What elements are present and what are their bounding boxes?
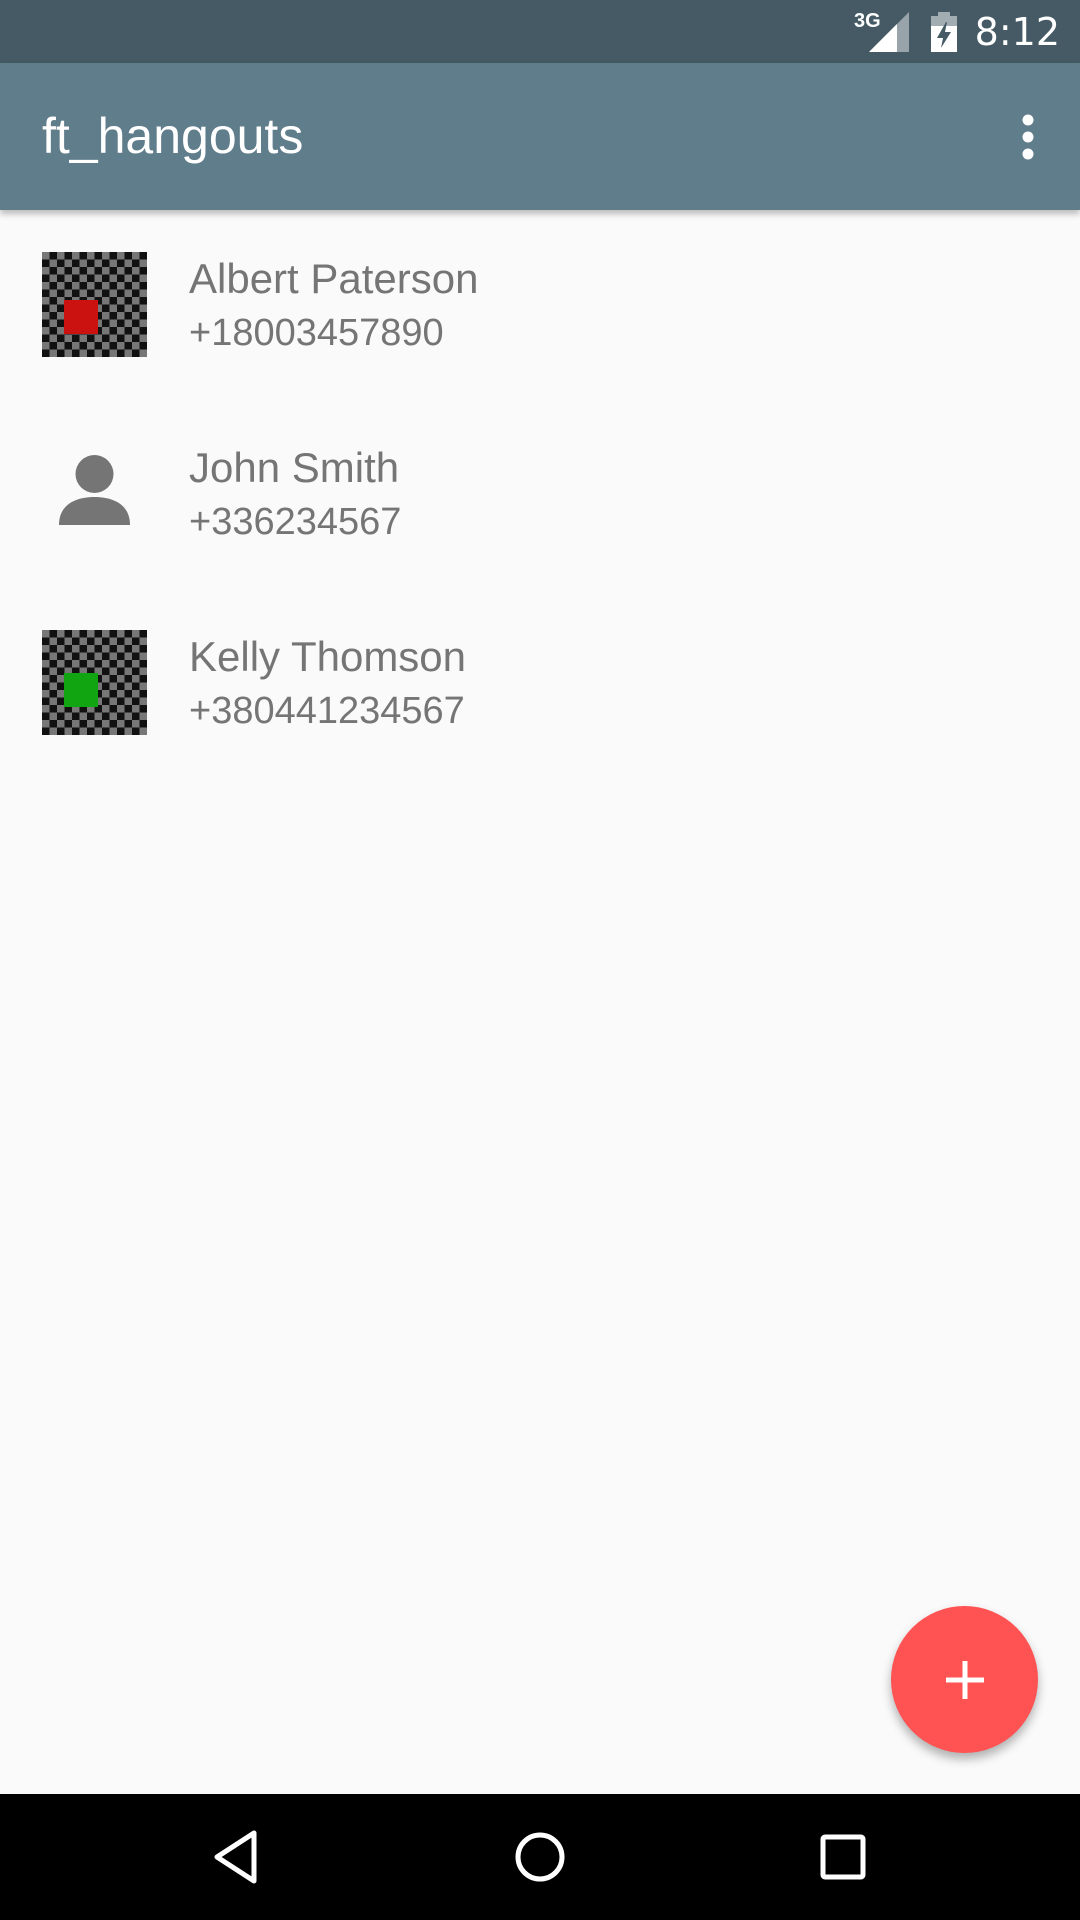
checkerboard-photo-icon xyxy=(42,630,147,735)
contact-name: Kelly Thomson xyxy=(189,633,467,680)
status-bar: 3G 8:12 xyxy=(0,0,1080,63)
app-title: ft_hangouts xyxy=(42,108,304,164)
recents-button[interactable] xyxy=(801,1815,885,1899)
contact-phone: +18003457890 xyxy=(189,312,444,354)
contact-name: John Smith xyxy=(189,444,400,491)
contact-avatar xyxy=(42,630,147,735)
contact-row[interactable]: John Smith +336234567 xyxy=(0,399,1080,588)
screen: 3G 8:12 ft_hangouts Albert Paterson +180… xyxy=(0,0,1080,1920)
contact-phone: +336234567 xyxy=(189,501,402,543)
contact-list: Albert Paterson +18003457890 John Smith … xyxy=(0,210,1080,777)
status-icons: 3G 8:12 xyxy=(854,0,1060,63)
contact-row[interactable]: Kelly Thomson +380441234567 xyxy=(0,588,1080,777)
overflow-menu-button[interactable] xyxy=(996,99,1060,175)
back-icon xyxy=(214,1830,257,1884)
contact-avatar xyxy=(42,441,147,546)
more-vert-icon xyxy=(1022,114,1034,160)
clock: 8:12 xyxy=(974,9,1060,54)
contact-text: Albert Paterson +18003457890 xyxy=(189,254,479,358)
navigation-bar xyxy=(0,1794,1080,1920)
contact-avatar xyxy=(42,252,147,357)
contact-row[interactable]: Albert Paterson +18003457890 xyxy=(0,210,1080,399)
person-icon xyxy=(59,455,130,525)
add-contact-button[interactable] xyxy=(891,1606,1038,1753)
contact-text: John Smith +336234567 xyxy=(189,443,401,547)
plus-icon xyxy=(945,1660,984,1699)
contact-text: Kelly Thomson +380441234567 xyxy=(189,632,466,736)
contact-name: Albert Paterson xyxy=(189,255,479,302)
recents-icon xyxy=(820,1834,866,1880)
app-bar: ft_hangouts xyxy=(0,63,1080,210)
battery-charging-icon xyxy=(930,11,957,52)
back-button[interactable] xyxy=(194,1815,278,1899)
contact-phone: +380441234567 xyxy=(189,690,465,732)
network-type-label: 3G xyxy=(853,10,881,32)
home-button[interactable] xyxy=(498,1815,582,1899)
home-icon xyxy=(515,1832,565,1882)
checkerboard-photo-icon xyxy=(42,252,147,357)
